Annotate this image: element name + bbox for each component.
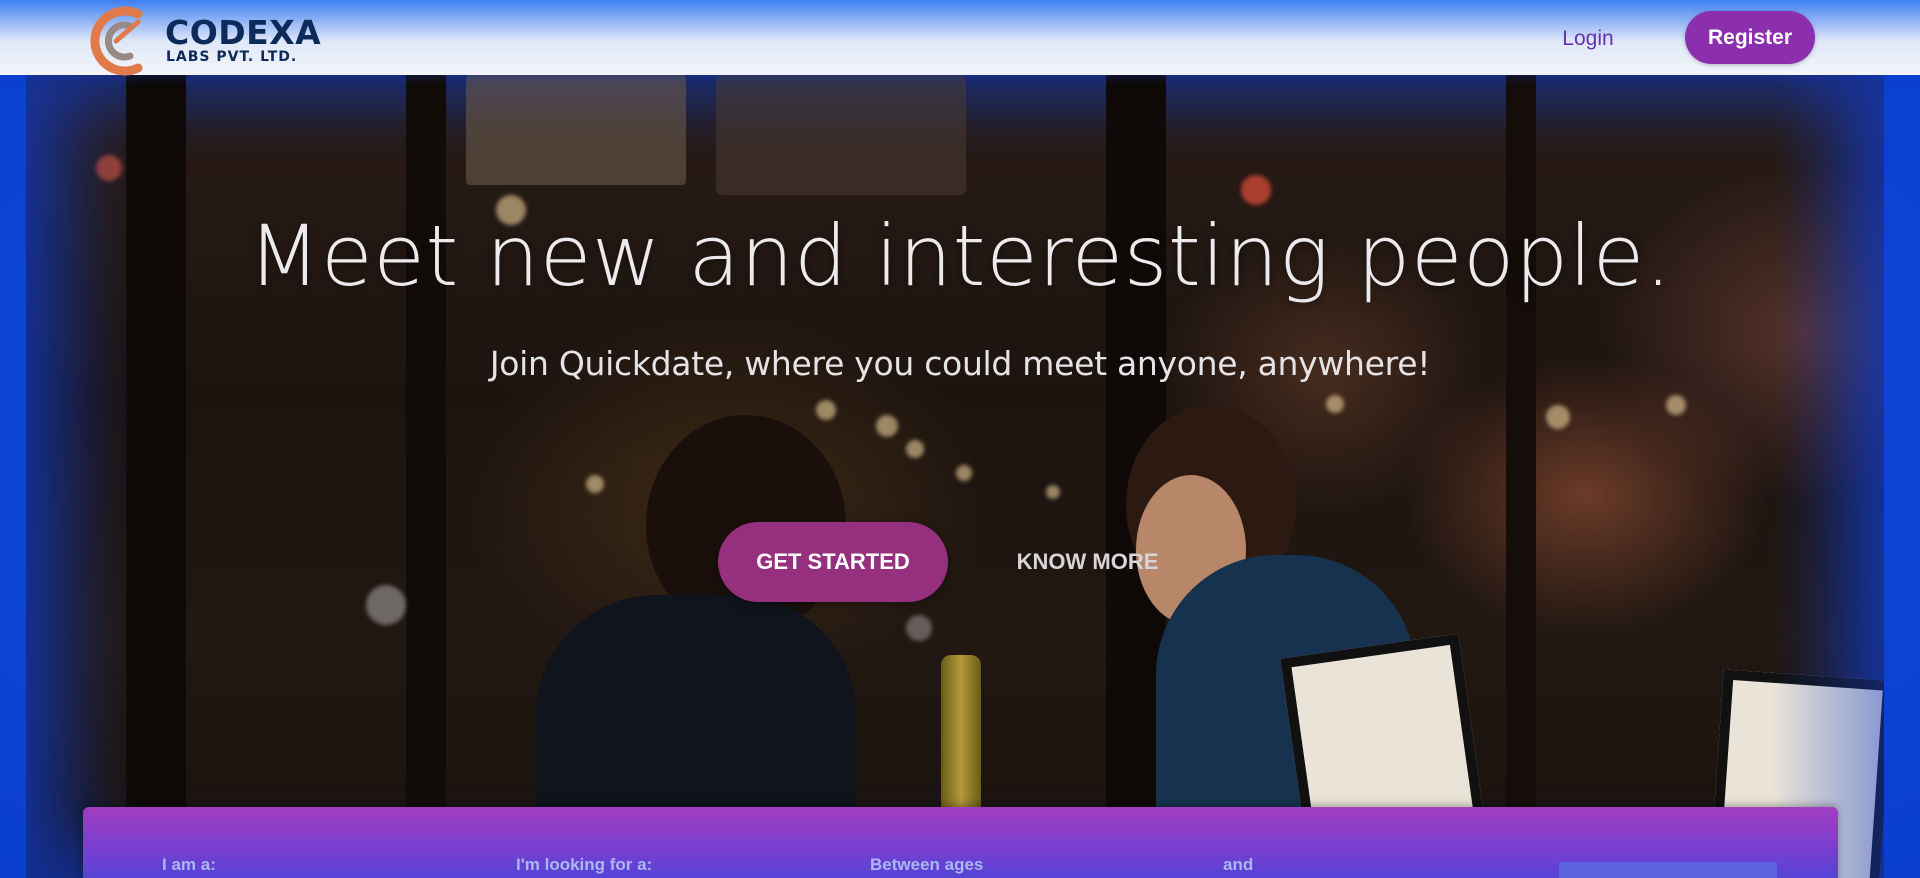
hero-image [26, 75, 1884, 878]
know-more-link[interactable]: KNOW MORE [990, 544, 1185, 580]
search-panel: I am a: I'm looking for a: Between ages … [83, 807, 1838, 878]
search-button[interactable] [1559, 862, 1777, 878]
login-link[interactable]: Login [1540, 24, 1636, 54]
brand-subtitle: LABS PVT. LTD. [166, 49, 298, 65]
top-navbar: CODEXA LABS PVT. LTD. Login Register [0, 0, 1920, 76]
register-button[interactable]: Register [1685, 11, 1815, 64]
brand-name: CODEXA [165, 13, 322, 52]
and-label: and [1223, 855, 1254, 874]
hero-subtitle: Join Quickdate, where you could meet any… [489, 344, 1431, 383]
hero-title: Meet new and interesting people. [248, 207, 1672, 305]
get-started-button[interactable]: GET STARTED [718, 522, 948, 602]
looking-for-label: I'm looking for a: [516, 855, 653, 874]
brand-logo[interactable]: CODEXA LABS PVT. LTD. [86, 4, 366, 76]
between-ages-label: Between ages [870, 855, 984, 874]
i-am-label: I am a: [162, 855, 216, 874]
codexa-logo-icon [90, 6, 143, 76]
